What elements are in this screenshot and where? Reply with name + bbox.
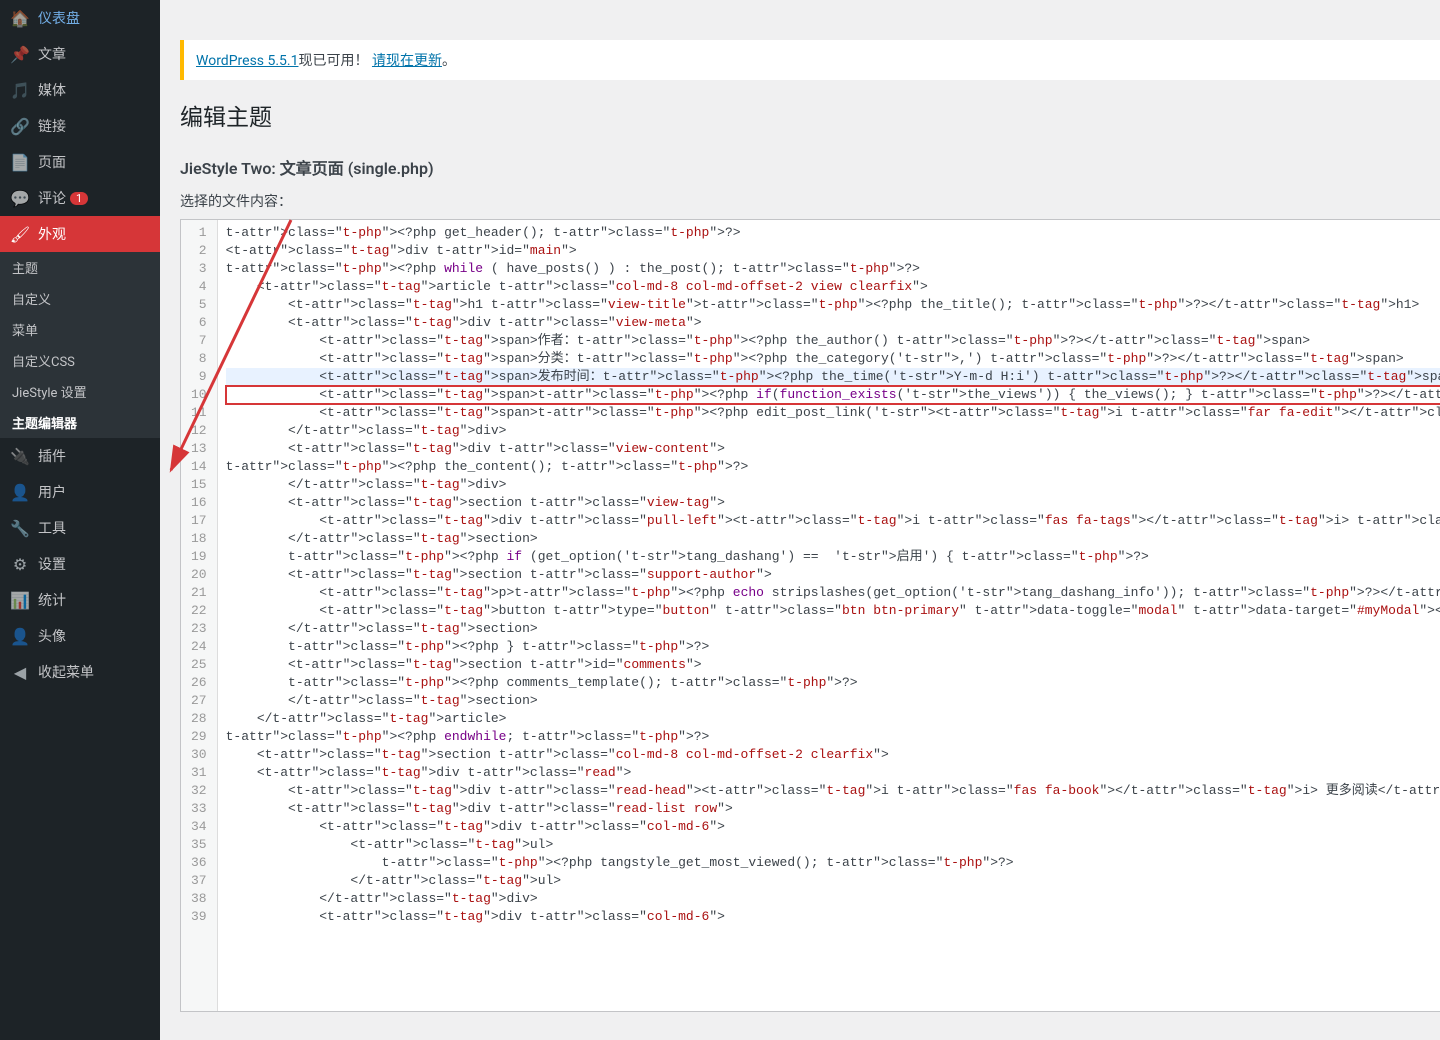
submenu-item[interactable]: 自定义CSS [0, 345, 160, 376]
sidebar-item-7[interactable]: 🔌插件 [0, 438, 160, 474]
code-editor[interactable]: 1234567891011121314151617181920212223242… [180, 219, 1440, 1012]
menu-icon: 📊 [10, 590, 30, 610]
sidebar-item-13[interactable]: ◀收起菜单 [0, 654, 160, 690]
count-badge: 1 [70, 192, 88, 205]
sidebar-item-11[interactable]: 📊统计 [0, 582, 160, 618]
wp-version-link[interactable]: WordPress 5.5.1 [196, 53, 298, 69]
sidebar-item-9[interactable]: 🔧工具 [0, 510, 160, 546]
sidebar-item-4[interactable]: 📄页面 [0, 144, 160, 180]
sidebar-item-3[interactable]: 🔗链接 [0, 108, 160, 144]
sidebar-item-1[interactable]: 📌文章 [0, 36, 160, 72]
update-notice: WordPress 5.5.1现已可用！ 请现在更新。 [180, 40, 1440, 80]
sidebar-item-2[interactable]: 🎵媒体 [0, 72, 160, 108]
sidebar-item-10[interactable]: ⚙设置 [0, 546, 160, 582]
sidebar-item-5[interactable]: 💬评论1 [0, 180, 160, 216]
menu-icon: 🏠 [10, 8, 30, 28]
admin-sidebar: 🏠仪表盘📌文章🎵媒体🔗链接📄页面💬评论1🖌外观主题自定义菜单自定义CSSJieS… [0, 0, 160, 1040]
submenu-item[interactable]: 菜单 [0, 314, 160, 345]
sidebar-item-6[interactable]: 🖌外观 [0, 216, 160, 252]
file-heading: JieStyle Two: 文章页面 (single.php) [180, 155, 434, 179]
menu-icon: 🔧 [10, 518, 30, 538]
submenu-item[interactable]: 自定义 [0, 283, 160, 314]
sidebar-item-12[interactable]: 👤头像 [0, 618, 160, 654]
update-now-link[interactable]: 请现在更新 [372, 53, 442, 69]
sidebar-item-0[interactable]: 🏠仪表盘 [0, 0, 160, 36]
menu-icon: 📄 [10, 152, 30, 172]
code-content[interactable]: t-attr">class="t-php"><?php get_header()… [218, 220, 1440, 1011]
menu-icon: ⚙ [10, 554, 30, 574]
menu-icon: ◀ [10, 662, 30, 682]
sidebar-item-8[interactable]: 👤用户 [0, 474, 160, 510]
submenu-item[interactable]: 主题编辑器 [0, 407, 160, 438]
menu-icon: 📌 [10, 44, 30, 64]
menu-icon: 💬 [10, 188, 30, 208]
menu-icon: 👤 [10, 626, 30, 646]
selected-file-label: 选择的文件内容： [180, 191, 1440, 211]
menu-icon: 🔌 [10, 446, 30, 466]
menu-icon: 🔗 [10, 116, 30, 136]
menu-icon: 👤 [10, 482, 30, 502]
submenu-item[interactable]: JieStyle 设置 [0, 376, 160, 407]
line-numbers: 1234567891011121314151617181920212223242… [181, 220, 218, 1011]
submenu-item[interactable]: 主题 [0, 252, 160, 283]
page-title: 编辑主题 [180, 98, 1440, 132]
menu-icon: 🖌 [10, 224, 30, 244]
menu-icon: 🎵 [10, 80, 30, 100]
main-content: 帮助▾ WordPress 5.5.1现已可用！ 请现在更新。 编辑主题 Jie… [160, 0, 1440, 1040]
